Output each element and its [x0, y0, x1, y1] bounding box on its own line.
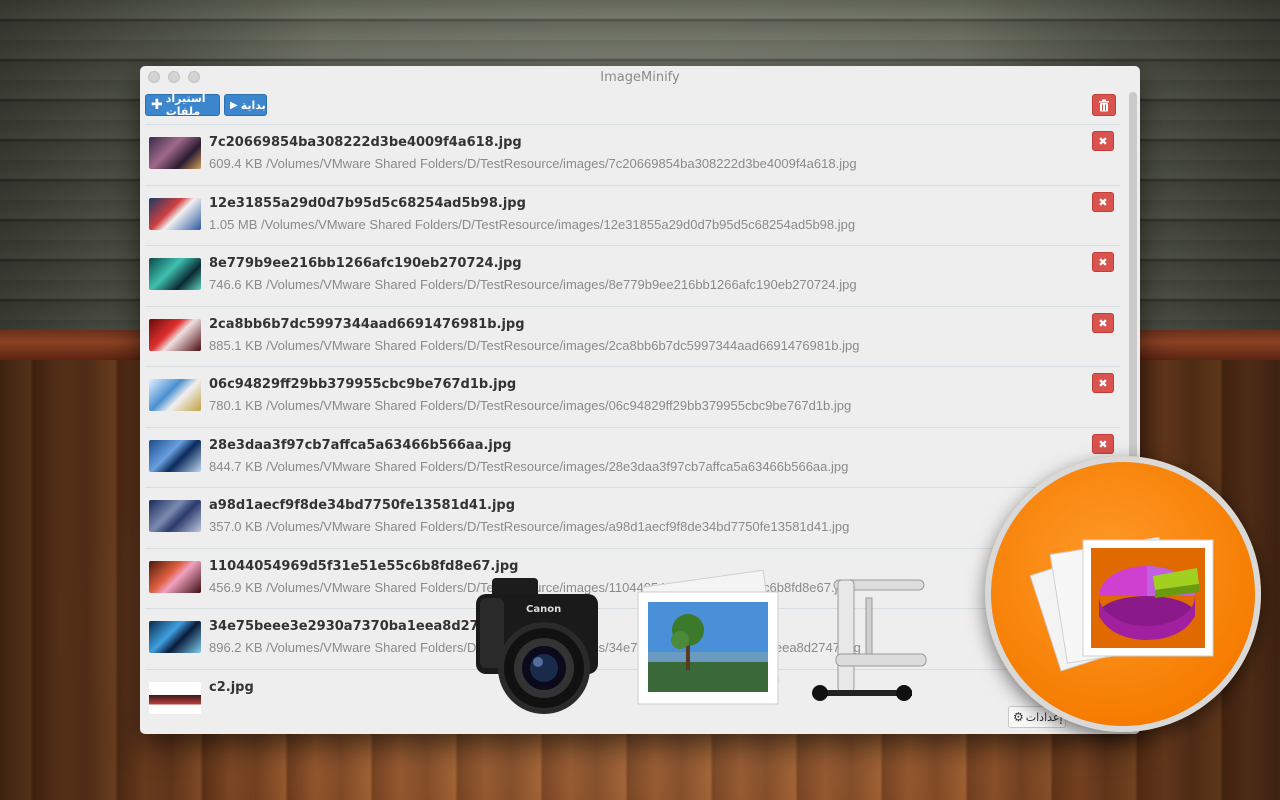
file-row[interactable]: a98d1aecf9f8de34bd7750fe13581d41.jpg 357… — [145, 487, 1120, 548]
file-row[interactable]: 7c20669854ba308222d3be4009f4a618.jpg 609… — [145, 124, 1120, 185]
file-thumbnail — [149, 682, 201, 714]
file-meta: 780.1 KB /Volumes/VMware Shared Folders/… — [209, 398, 852, 413]
remove-file-button[interactable]: ✖ — [1092, 192, 1114, 212]
file-row[interactable]: 28e3daa3f97cb7affca5a63466b566aa.jpg 844… — [145, 427, 1120, 488]
remove-file-button[interactable]: ✖ — [1092, 131, 1114, 151]
remove-file-button[interactable]: ✖ — [1092, 313, 1114, 333]
file-row[interactable]: 06c94829ff29bb379955cbc9be767d1b.jpg 780… — [145, 366, 1120, 427]
file-meta: 885.1 KB /Volumes/VMware Shared Folders/… — [209, 338, 860, 353]
file-meta: 844.7 KB /Volumes/VMware Shared Folders/… — [209, 459, 849, 474]
camera-brand-label: Canon — [526, 604, 561, 615]
close-icon: ✖ — [1098, 195, 1108, 209]
file-thumbnail — [149, 500, 201, 532]
camera-icon: Canon — [476, 578, 598, 714]
plus-icon: ✚ — [151, 97, 163, 113]
photo-icon — [637, 569, 780, 705]
file-name: 7c20669854ba308222d3be4009f4a618.jpg — [209, 135, 522, 150]
file-thumbnail — [149, 137, 201, 169]
close-icon: ✖ — [1098, 437, 1108, 451]
file-thumbnail — [149, 561, 201, 593]
close-icon: ✖ — [1098, 316, 1108, 330]
close-icon: ✖ — [1098, 134, 1108, 148]
app-logo-badge — [985, 456, 1261, 732]
file-row[interactable]: 2ca8bb6b7dc5997344aad6691476981b.jpg 885… — [145, 306, 1120, 367]
file-name: 12e31855a29d0d7b95d5c68254ad5b98.jpg — [209, 196, 526, 211]
import-files-label: استيراد ملفات — [165, 92, 206, 118]
file-name: c2.jpg — [209, 680, 254, 695]
gear-icon: ⚙ — [1013, 710, 1024, 724]
file-name: 8e779b9ee216bb1266afc190eb270724.jpg — [209, 256, 522, 271]
file-thumbnail — [149, 319, 201, 351]
import-files-button[interactable]: ✚ استيراد ملفات — [145, 92, 220, 118]
file-name: 2ca8bb6b7dc5997344aad6691476981b.jpg — [209, 317, 525, 332]
window-title: ImageMinify — [600, 70, 680, 85]
remove-file-button[interactable]: ✖ — [1092, 373, 1114, 393]
file-row[interactable]: 12e31855a29d0d7b95d5c68254ad5b98.jpg 1.0… — [145, 185, 1120, 246]
play-icon: ▶ — [230, 99, 238, 111]
trash-icon — [1099, 99, 1109, 111]
file-thumbnail — [149, 379, 201, 411]
file-name: 06c94829ff29bb379955cbc9be767d1b.jpg — [209, 377, 517, 392]
file-row[interactable]: 8e779b9ee216bb1266afc190eb270724.jpg 746… — [145, 245, 1120, 306]
close-icon: ✖ — [1098, 255, 1108, 269]
file-name: 28e3daa3f97cb7affca5a63466b566aa.jpg — [209, 438, 512, 453]
file-meta: 746.6 KB /Volumes/VMware Shared Folders/… — [209, 277, 857, 292]
remove-file-button[interactable]: ✖ — [1092, 434, 1114, 454]
file-thumbnail — [149, 440, 201, 472]
file-name: a98d1aecf9f8de34bd7750fe13581d41.jpg — [209, 498, 516, 513]
file-thumbnail — [149, 198, 201, 230]
start-label: بداية — [240, 98, 266, 112]
clear-all-button[interactable] — [1092, 94, 1116, 116]
compress-clamp-icon — [812, 579, 927, 701]
remove-file-button[interactable]: ✖ — [1092, 252, 1114, 272]
app-logo-icon — [1029, 536, 1214, 672]
start-button[interactable]: ▶ بداية — [224, 94, 267, 116]
close-icon: ✖ — [1098, 376, 1108, 390]
file-thumbnail — [149, 621, 201, 653]
file-meta: 1.05 MB /Volumes/VMware Shared Folders/D… — [209, 217, 856, 232]
file-meta: 357.0 KB /Volumes/VMware Shared Folders/… — [209, 519, 850, 534]
titlebar: ImageMinify — [140, 66, 1140, 88]
file-thumbnail — [149, 258, 201, 290]
file-meta: 609.4 KB /Volumes/VMware Shared Folders/… — [209, 156, 857, 171]
